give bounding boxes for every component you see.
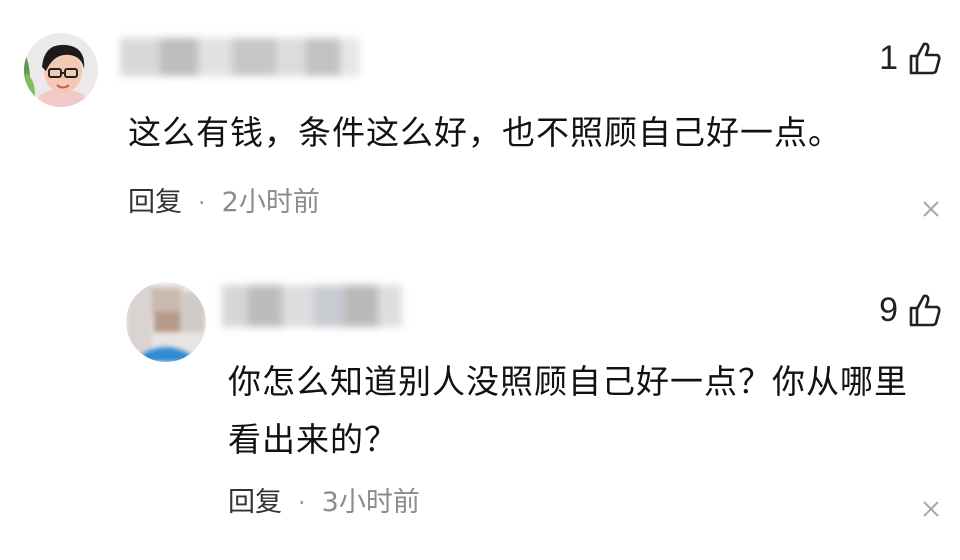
- meta-separator: ·: [198, 189, 206, 217]
- close-icon[interactable]: [921, 499, 941, 519]
- thumbs-up-icon: [909, 294, 941, 327]
- like-button[interactable]: 9: [879, 290, 942, 330]
- reply-button[interactable]: 回复: [128, 186, 182, 220]
- comment-thread: 1 这么有钱，条件这么好，也不照顾自己好一点。 回复 · 2小时前 9 你怎么知…: [0, 0, 960, 560]
- comment-text: 你怎么知道别人没照顾自己好一点？你从哪里看出来的？: [228, 362, 908, 459]
- username-redacted[interactable]: [222, 285, 402, 327]
- avatar[interactable]: [24, 33, 98, 107]
- reply-button[interactable]: 回复: [228, 486, 282, 520]
- avatar[interactable]: [126, 282, 206, 362]
- like-button[interactable]: 1: [879, 38, 942, 78]
- meta-separator: ·: [298, 489, 306, 517]
- like-count: 9: [879, 291, 898, 329]
- like-count: 1: [879, 39, 898, 77]
- close-icon[interactable]: [921, 199, 941, 219]
- username-redacted[interactable]: [120, 38, 360, 76]
- timestamp: 2小时前: [221, 187, 320, 218]
- thumbs-up-icon: [909, 42, 941, 75]
- comment-meta: 回复 · 3小时前: [228, 486, 420, 520]
- comment-text: 这么有钱，条件这么好，也不照顾自己好一点。: [128, 113, 842, 152]
- timestamp: 3小时前: [321, 487, 420, 518]
- comment-meta: 回复 · 2小时前: [128, 186, 320, 220]
